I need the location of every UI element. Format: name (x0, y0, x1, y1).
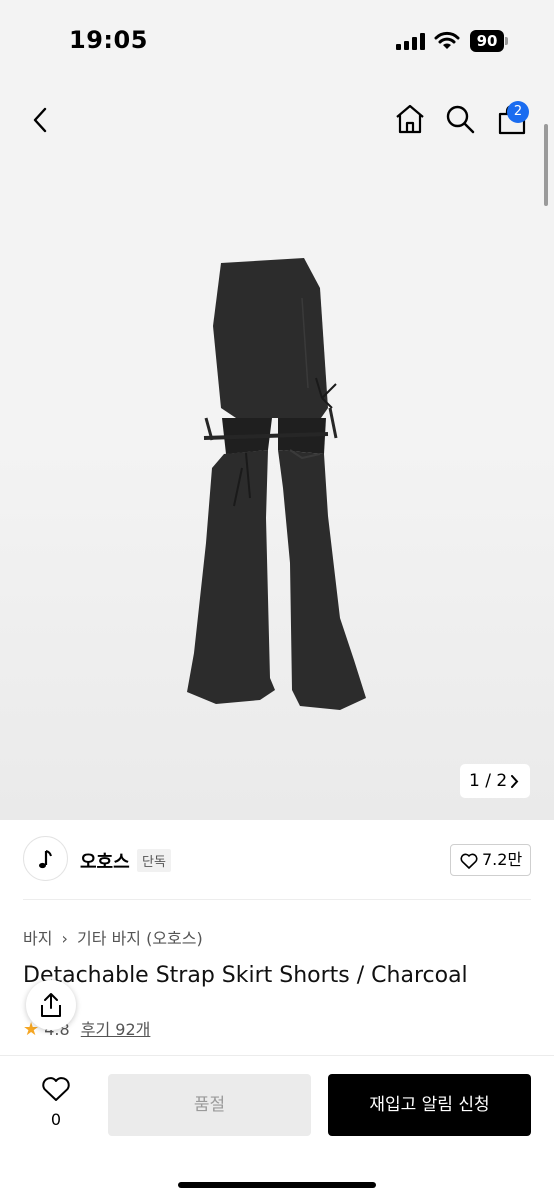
status-bar: 19:05 90 (0, 0, 554, 84)
exclusive-badge: 단독 (137, 849, 171, 872)
product-title: Detachable Strap Skirt Shorts / Charcoal (23, 963, 468, 988)
heart-icon (42, 1077, 70, 1101)
breadcrumb-category[interactable]: 바지 (23, 929, 52, 948)
home-indicator[interactable] (178, 1182, 376, 1188)
music-note-icon (39, 850, 52, 869)
home-icon[interactable] (394, 103, 426, 135)
brand-row: 오호스 단독 7.2만 (0, 836, 554, 886)
sold-out-button: 품절 (108, 1074, 311, 1136)
wish-button[interactable]: 0 (40, 1076, 72, 1136)
brand-logo[interactable] (23, 836, 68, 881)
battery-icon: 90 (470, 30, 504, 52)
breadcrumb: 바지 › 기타 바지 (오호스) (23, 925, 207, 949)
reviews-link[interactable]: 후기 92개 (81, 1020, 151, 1039)
restock-alert-button[interactable]: 재입고 알림 신청 (328, 1074, 531, 1136)
brand-like-button[interactable]: 7.2만 (450, 844, 531, 876)
share-icon (41, 993, 61, 1017)
battery-tip (505, 37, 508, 45)
wifi-icon (434, 31, 460, 49)
brand-name[interactable]: 오호스 (80, 848, 130, 874)
status-time: 19:05 (69, 26, 148, 54)
cart-count-badge: 2 (507, 101, 529, 123)
breadcrumb-subcategory[interactable]: 기타 바지 (오호스) (77, 929, 203, 948)
divider (23, 899, 531, 900)
back-icon[interactable] (26, 104, 56, 136)
heart-icon (460, 853, 478, 869)
image-pager[interactable]: 1 / 2 (460, 764, 530, 798)
brand-like-count: 7.2만 (482, 850, 523, 869)
cellular-signal-icon (396, 32, 426, 50)
scrollbar[interactable] (544, 124, 548, 206)
breadcrumb-separator: › (61, 929, 68, 948)
product-photo (187, 258, 366, 710)
search-icon[interactable] (445, 104, 475, 134)
wish-count: 0 (50, 1110, 62, 1129)
share-button[interactable] (26, 980, 76, 1030)
bottom-action-bar: 0 품절 재입고 알림 신청 (0, 1055, 554, 1200)
chevron-right-icon (511, 775, 519, 788)
pager-text: 1 / 2 (469, 771, 508, 791)
